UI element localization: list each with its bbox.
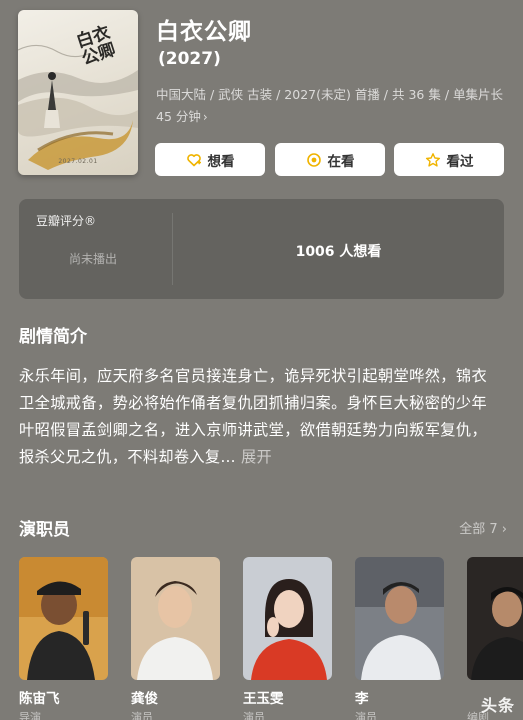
cast-photo <box>131 557 220 680</box>
show-meta[interactable]: 中国大陆 / 武侠 古装 / 2027(未定) 首播 / 共 36 集 / 单集… <box>156 84 508 128</box>
cast-name: 龚俊 <box>131 691 158 707</box>
rating-card[interactable]: 豆瓣评分® 尚未播出 1006 人想看 <box>19 199 504 299</box>
show-title: 白衣公卿 <box>156 19 252 45</box>
cast-all-link[interactable]: 全部 7 › <box>459 518 507 537</box>
watched-button[interactable]: 看过 <box>394 143 504 176</box>
heart-plus-icon <box>186 152 202 168</box>
cast-photo <box>355 557 444 680</box>
poster[interactable]: 白衣公卿 2027.02.01 <box>18 10 138 175</box>
chevron-right-icon: › <box>202 110 208 124</box>
meta-line-2: 45 分钟 › <box>156 106 508 128</box>
cast-card[interactable]: 陈宙飞 导演 <box>19 557 108 720</box>
want-label: 想看 <box>207 153 235 170</box>
cast-photo <box>243 557 332 680</box>
cast-role: 演员 <box>243 711 265 720</box>
target-circle-icon <box>306 152 322 168</box>
cast-card[interactable]: 李 演员 <box>355 557 444 720</box>
cast-list: 陈宙飞 导演 龚俊 演员 王玉雯 演员 李 演员 编剧 <box>19 557 523 720</box>
poster-date: 2027.02.01 <box>58 158 98 165</box>
cast-name: 李 <box>355 691 369 707</box>
cast-role: 导演 <box>19 711 41 720</box>
cast-card[interactable]: 王玉雯 演员 <box>243 557 332 720</box>
cast-name: 王玉雯 <box>243 691 284 707</box>
cast-photo <box>467 557 523 680</box>
cast-photo <box>19 557 108 680</box>
cast-title: 演职员 <box>19 520 70 540</box>
doing-label: 在看 <box>327 153 355 170</box>
meta-duration: 45 分钟 <box>156 109 201 124</box>
cast-name: 陈宙飞 <box>19 691 60 707</box>
cast-role: 演员 <box>355 711 377 720</box>
action-buttons: 想看 在看 看过 <box>155 143 505 176</box>
header: 白衣公卿 2027.02.01 白衣公卿 (2027) 中国大陆 / 武侠 古装… <box>0 0 523 200</box>
show-year: (2027) <box>158 49 221 69</box>
cast-card[interactable]: 龚俊 演员 <box>131 557 220 720</box>
expand-link[interactable]: 展开 <box>241 448 272 466</box>
star-icon <box>425 152 441 168</box>
done-label: 看过 <box>446 153 474 170</box>
rating-label: 豆瓣评分® <box>36 214 97 228</box>
watching-button[interactable]: 在看 <box>275 143 385 176</box>
synopsis-text-block[interactable]: 永乐年间，应天府多名官员接连身亡，诡异死状引起朝堂哗然，锦衣卫全城戒备，势必将始… <box>19 363 487 471</box>
rating-status: 尚未播出 <box>69 252 118 266</box>
synopsis-title: 剧情简介 <box>19 327 87 347</box>
want-count: 1006 人想看 <box>295 244 382 260</box>
cast-card[interactable]: 编剧 <box>467 557 523 720</box>
meta-line-1: 中国大陆 / 武侠 古装 / 2027(未定) 首播 / 共 36 集 / 单集… <box>156 87 503 102</box>
watermark: 头条 <box>480 696 515 715</box>
cast-role: 演员 <box>131 711 153 720</box>
want-to-watch-button[interactable]: 想看 <box>155 143 265 176</box>
